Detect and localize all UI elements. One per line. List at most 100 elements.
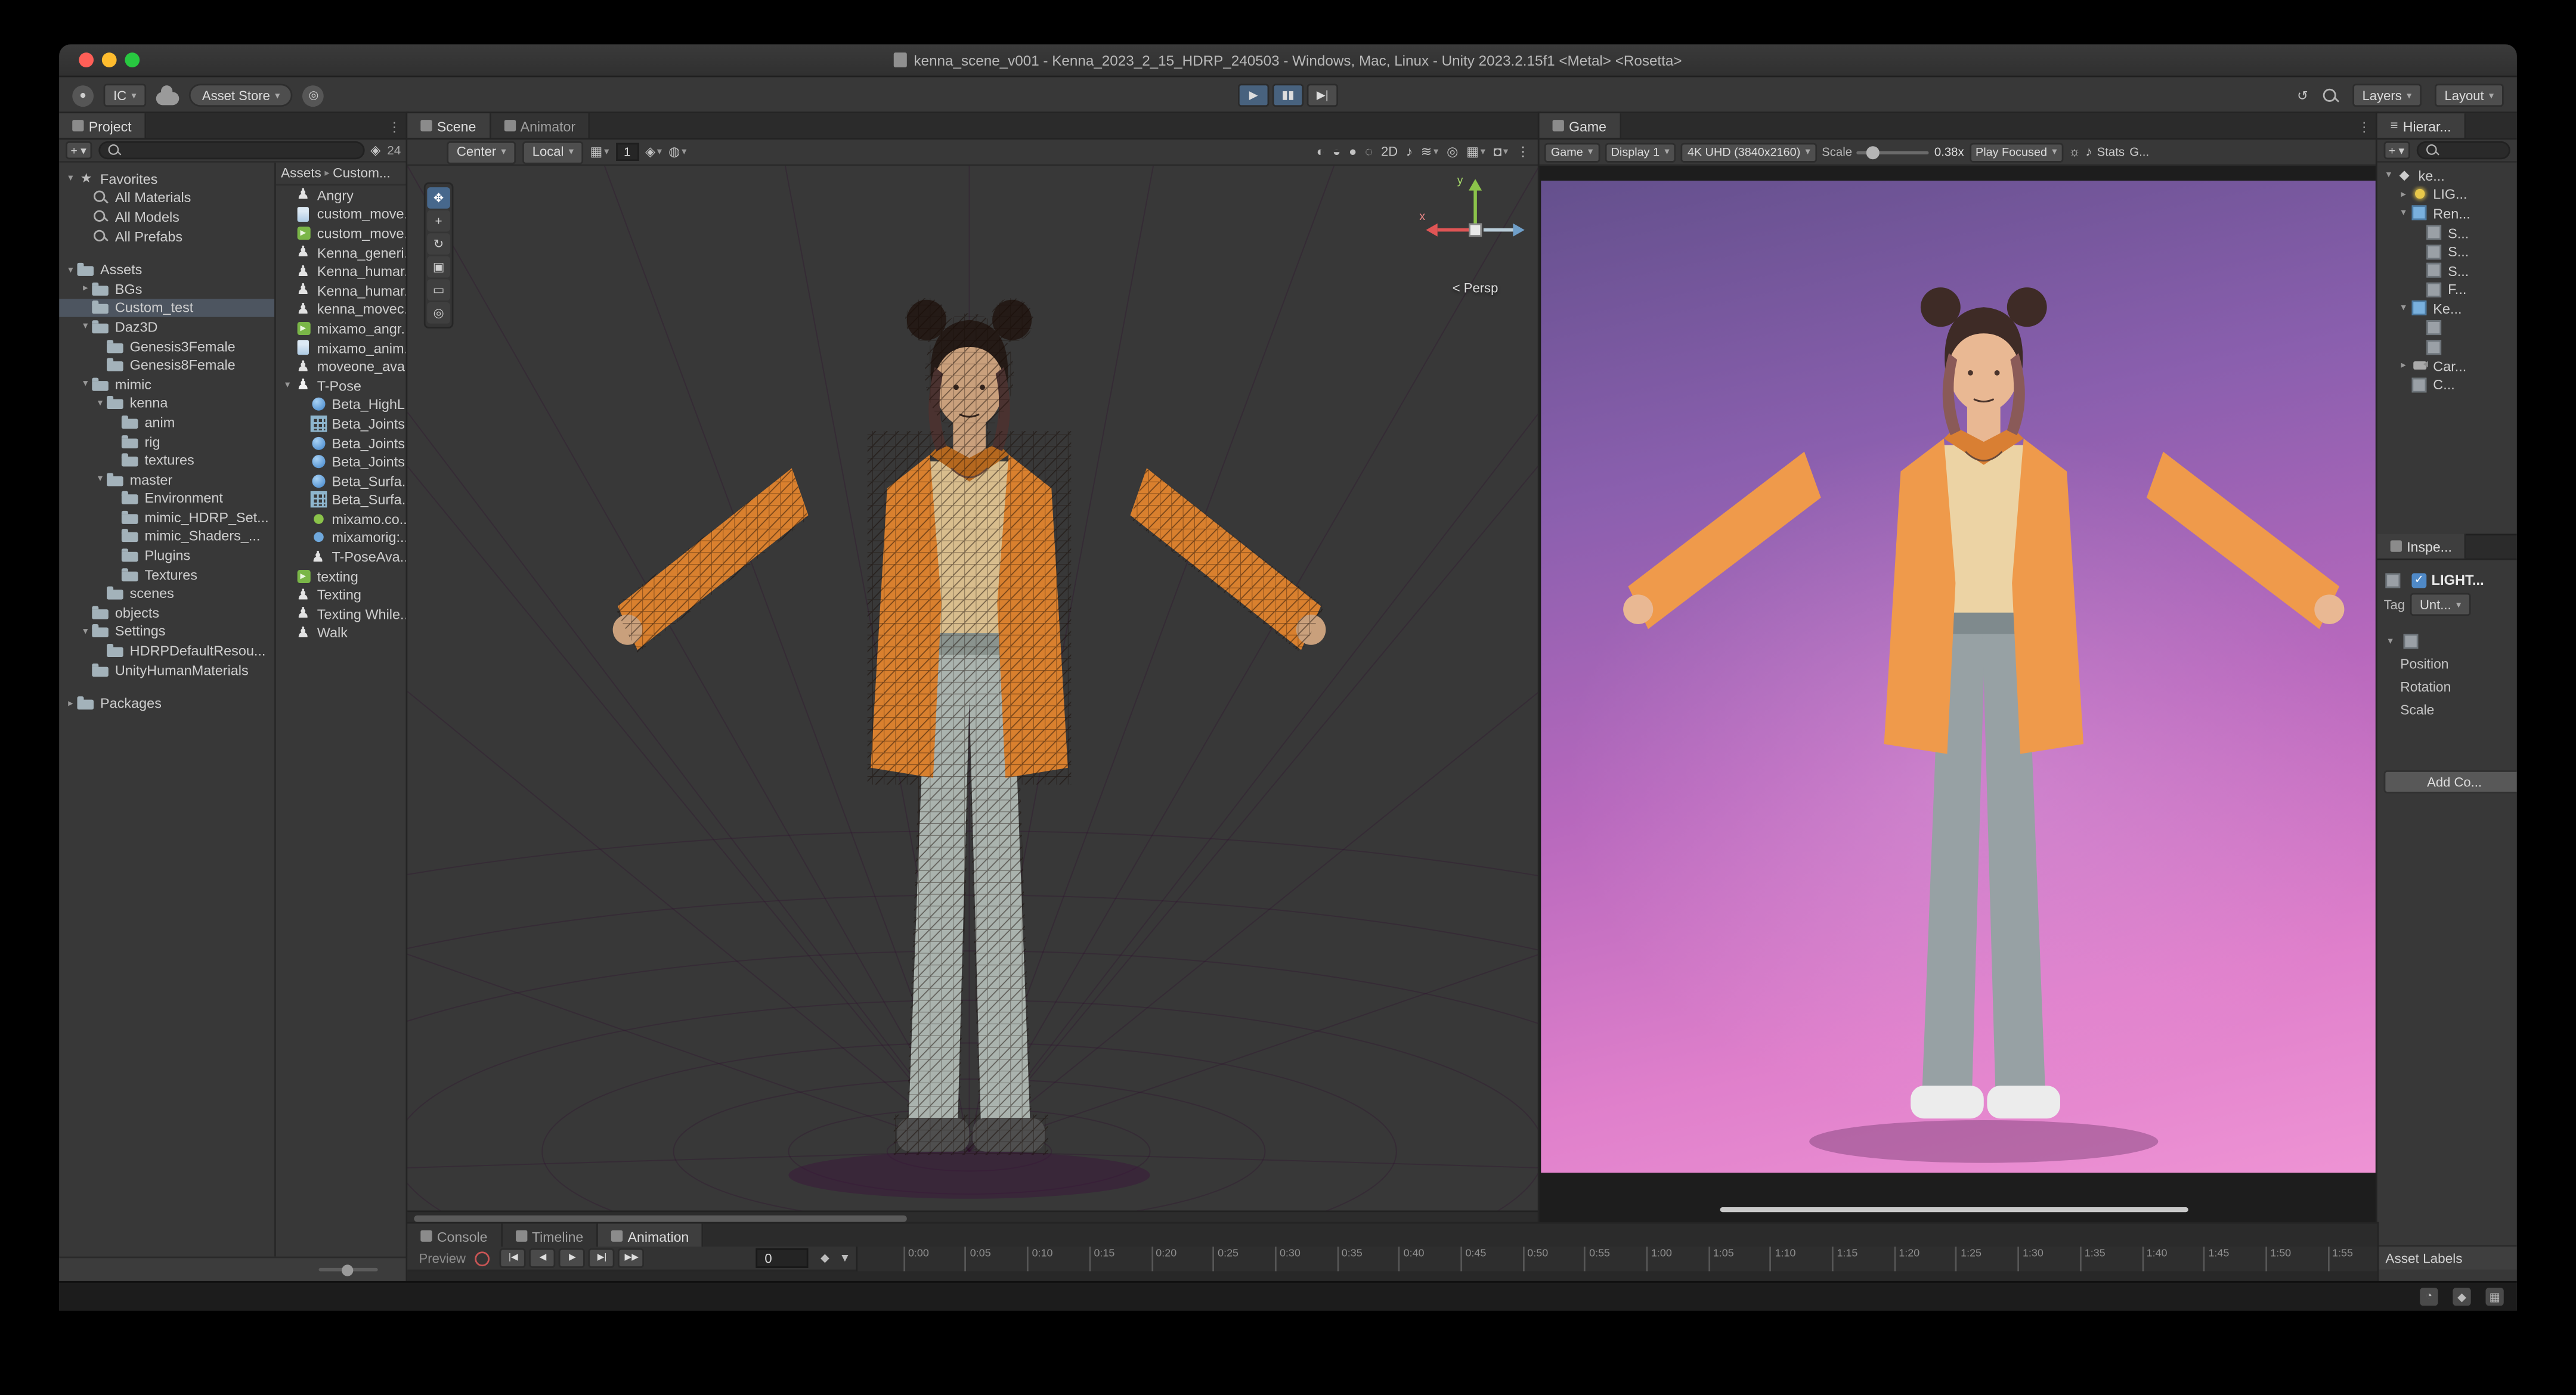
services-icon[interactable]: ◎ bbox=[303, 85, 324, 106]
collab-icon[interactable]: ◆ bbox=[2453, 1288, 2470, 1306]
project-tree-item[interactable]: rig bbox=[59, 432, 274, 451]
step-button[interactable]: ▶| bbox=[1307, 84, 1338, 107]
project-tree-item[interactable]: Settings bbox=[59, 622, 274, 641]
project-tree-item[interactable]: anim bbox=[59, 413, 274, 432]
expand-arrow[interactable] bbox=[79, 321, 92, 332]
bottom-tab[interactable]: Timeline bbox=[502, 1224, 598, 1248]
gizmos-dropdown[interactable]: G... bbox=[2129, 144, 2149, 159]
pivot-mode-dropdown[interactable]: Center bbox=[447, 141, 516, 164]
transform-tool-button[interactable]: ◎ bbox=[427, 302, 450, 324]
layers-dropdown[interactable]: Layers bbox=[2352, 84, 2422, 107]
audio-toggle-icon[interactable]: ♪ bbox=[1406, 144, 1413, 159]
mode-2d-toggle[interactable]: 2D bbox=[1381, 144, 1398, 159]
create-asset-button[interactable]: + ▾ bbox=[66, 141, 91, 159]
scene-horizontal-scrollbar[interactable] bbox=[407, 1211, 1539, 1224]
project-tree-item[interactable]: scenes bbox=[59, 584, 274, 603]
mute-audio-icon[interactable]: ♪ bbox=[2085, 144, 2092, 159]
asset-item[interactable]: Angry bbox=[276, 185, 407, 204]
project-tree-item[interactable]: All Prefabs bbox=[59, 227, 274, 246]
asset-item[interactable]: custom_move... bbox=[276, 224, 407, 243]
hierarchy-item[interactable] bbox=[2377, 337, 2517, 356]
pause-button[interactable]: ▮▮ bbox=[1272, 84, 1304, 107]
orientation-gizmo[interactable]: y x bbox=[1425, 179, 1527, 281]
project-tree-item[interactable]: kenna bbox=[59, 393, 274, 413]
grid-snap-icon[interactable]: ▦▾ bbox=[590, 144, 609, 159]
project-panel-menu-icon[interactable]: ⋮ bbox=[388, 120, 401, 135]
asset-item[interactable]: T-Pose bbox=[276, 376, 407, 395]
expand-arrow[interactable] bbox=[94, 397, 107, 408]
asset-item[interactable]: mixamo.co... bbox=[276, 509, 407, 528]
zoom-slider-knob[interactable] bbox=[342, 1264, 353, 1275]
x-axis-arm[interactable] bbox=[1438, 228, 1470, 232]
timeline-ruler[interactable]: 0:00 0:05 0:10 0:15 0:20 0:25 0:30 bbox=[856, 1246, 2377, 1270]
draw-mode-icon[interactable]: ◐ bbox=[1317, 144, 1324, 159]
tab-project[interactable]: Project bbox=[59, 113, 146, 138]
asset-item[interactable]: texting bbox=[276, 566, 407, 585]
breadcrumb-current[interactable]: Custom... bbox=[333, 166, 391, 181]
asset-item[interactable]: Beta_Surfa... bbox=[276, 471, 407, 490]
tab-game-view[interactable]: Game bbox=[1540, 113, 1621, 138]
project-tree-item[interactable]: HDRPDefaultResou... bbox=[59, 641, 274, 660]
transform-row[interactable]: Position bbox=[2384, 652, 2517, 675]
cloud-icon[interactable] bbox=[156, 91, 179, 104]
current-frame-field[interactable]: 0 bbox=[757, 1248, 809, 1268]
last-frame-button[interactable]: ▶▶ bbox=[618, 1248, 645, 1268]
expand-arrow[interactable] bbox=[94, 473, 107, 485]
handle-space-dropdown[interactable]: Local bbox=[522, 141, 583, 164]
scale-tool-button[interactable]: ▣ bbox=[427, 256, 450, 278]
expand-arrow[interactable] bbox=[64, 698, 77, 709]
hierarchy-item[interactable]: Ren... bbox=[2377, 204, 2517, 223]
bottom-tab[interactable]: Animation bbox=[598, 1224, 704, 1248]
hierarchy-item[interactable]: Car... bbox=[2377, 356, 2517, 376]
active-checkbox[interactable]: ✓ bbox=[2411, 572, 2426, 587]
tab-hierarchy[interactable]: ≡ Hierar... bbox=[2377, 113, 2466, 138]
game-horizontal-scrollbar[interactable] bbox=[1720, 1207, 2188, 1212]
project-tree-item[interactable]: UnityHumanMaterials bbox=[59, 660, 274, 679]
record-button[interactable] bbox=[475, 1251, 490, 1266]
project-tree-item[interactable]: objects bbox=[59, 603, 274, 622]
z-axis-arm[interactable] bbox=[1484, 228, 1513, 232]
asset-labels-bar[interactable]: Asset Labels bbox=[2377, 1245, 2517, 1269]
asset-item[interactable]: Beta_Joints... bbox=[276, 433, 407, 452]
project-tree-item[interactable]: Plugins bbox=[59, 545, 274, 565]
hierarchy-item[interactable]: F... bbox=[2377, 280, 2517, 299]
hierarchy-item[interactable]: S... bbox=[2377, 261, 2517, 280]
asset-item[interactable]: moveone_ava... bbox=[276, 357, 407, 376]
hierarchy-item[interactable] bbox=[2377, 318, 2517, 337]
character-wireframe[interactable] bbox=[608, 199, 1330, 1208]
camera-settings-icon[interactable]: ◘▾ bbox=[1494, 144, 1508, 159]
play-animation-button[interactable]: ▶ bbox=[559, 1248, 586, 1268]
zoom-window-button[interactable] bbox=[125, 52, 140, 67]
project-tree-item[interactable]: master bbox=[59, 470, 274, 489]
effects-toggle-icon[interactable]: ≋▾ bbox=[1421, 144, 1439, 159]
close-window-button[interactable] bbox=[79, 52, 94, 67]
project-tree-item[interactable]: textures bbox=[59, 451, 274, 470]
project-tree-item[interactable]: Daz3D bbox=[59, 317, 274, 336]
play-focused-dropdown[interactable]: Play Focused bbox=[1969, 142, 2064, 162]
game-mode-dropdown[interactable]: Game bbox=[1544, 142, 1600, 162]
asset-item[interactable]: Kenna_humar... bbox=[276, 262, 407, 281]
asset-item[interactable]: mixamorig:... bbox=[276, 528, 407, 547]
project-tree-item[interactable]: All Materials bbox=[59, 188, 274, 207]
skybox-toggle-icon[interactable]: ◌ bbox=[1365, 144, 1373, 159]
component-expand-arrow[interactable]: ▾ bbox=[2384, 635, 2397, 646]
asset-item[interactable]: Beta_Joints... bbox=[276, 414, 407, 433]
asset-item[interactable]: Walk bbox=[276, 624, 407, 643]
tool-settings-icon[interactable]: ◍▾ bbox=[668, 144, 686, 159]
add-keyframe-icon[interactable]: ◆ bbox=[821, 1251, 829, 1264]
bottom-tab[interactable]: Console bbox=[407, 1224, 502, 1248]
snap-settings-icon[interactable]: ◈▾ bbox=[645, 144, 662, 159]
project-tree-item[interactable]: Favorites bbox=[59, 169, 274, 188]
search-icon[interactable] bbox=[2321, 86, 2339, 104]
previous-frame-button[interactable]: ◀ bbox=[530, 1248, 556, 1268]
project-tree-item[interactable]: BGs bbox=[59, 279, 274, 298]
asset-item[interactable]: mixamo_anim... bbox=[276, 338, 407, 357]
display-dropdown[interactable]: Display 1 bbox=[1605, 142, 1676, 162]
expand-arrow[interactable] bbox=[79, 378, 92, 389]
expand-arrow[interactable] bbox=[2382, 170, 2395, 181]
project-tree-item[interactable]: Assets bbox=[59, 260, 274, 279]
next-frame-button[interactable]: ▶| bbox=[589, 1248, 615, 1268]
project-tree-item[interactable]: Environment bbox=[59, 489, 274, 508]
transform-row[interactable]: Rotation bbox=[2384, 675, 2517, 698]
hierarchy-item[interactable]: Ke... bbox=[2377, 299, 2517, 318]
